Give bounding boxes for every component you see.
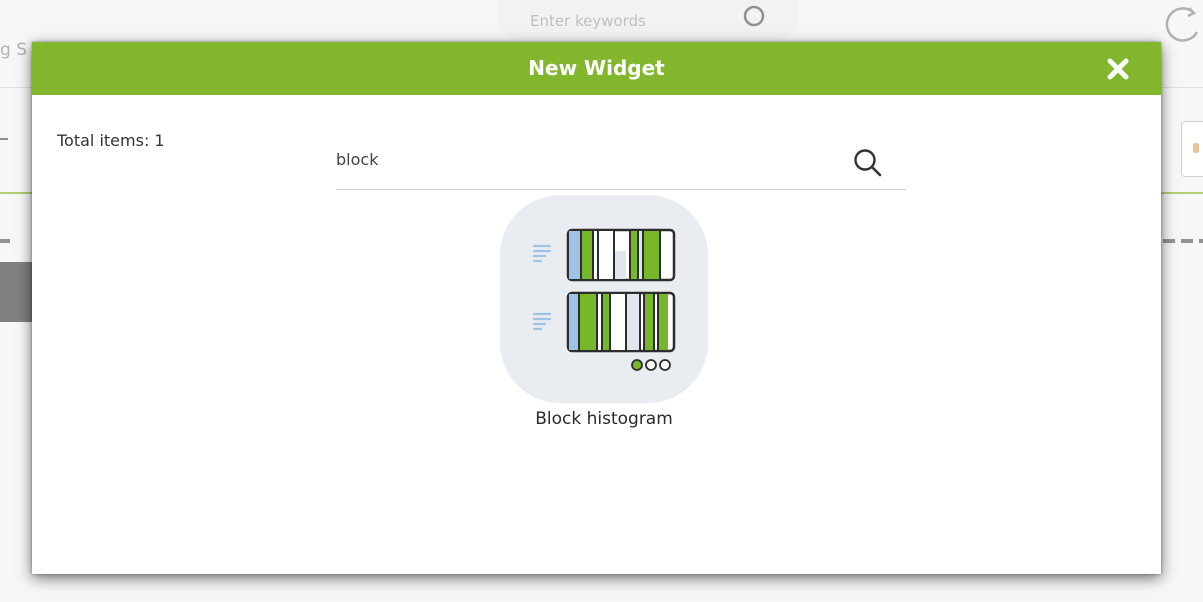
widget-search [336,137,906,190]
widget-tile [500,195,708,403]
total-items-count: Total items: 1 [57,131,165,150]
dialog-header: New Widget [32,42,1161,95]
widget-item-block-histogram[interactable]: Block histogram [500,195,708,445]
close-icon[interactable] [1102,53,1134,85]
block-histogram-icon [532,228,676,371]
widget-search-input[interactable] [336,137,836,181]
new-widget-dialog: New Widget Total items: 1 block Block hi… [32,42,1161,574]
widget-item-label: Block histogram [535,409,673,429]
dialog-title: New Widget [528,56,665,80]
search-icon[interactable] [851,146,885,180]
page: Enter keywords g S New Widget Total item… [0,0,1203,602]
